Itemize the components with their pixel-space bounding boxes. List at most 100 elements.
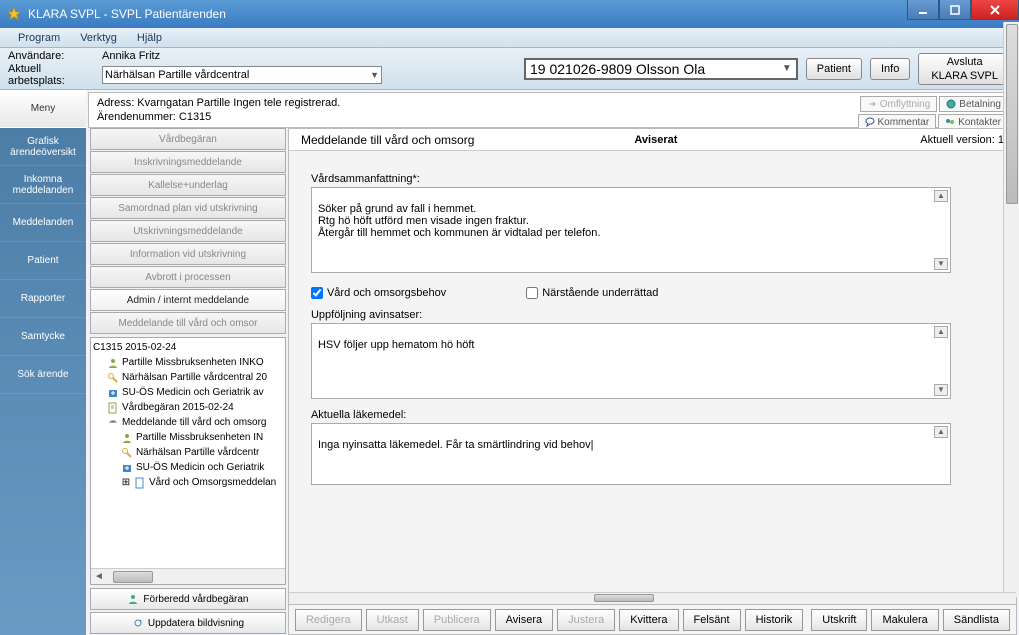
felsant-button[interactable]: Felsänt bbox=[683, 609, 741, 631]
scroll-left-icon[interactable]: ◄ bbox=[91, 571, 107, 582]
sidebar-item-samtycke[interactable]: Samtycke bbox=[0, 318, 86, 356]
tree-item[interactable]: Partille Missbruksenheten IN bbox=[93, 430, 283, 445]
window-minimize-button[interactable] bbox=[907, 0, 939, 20]
tree-item[interactable]: Meddelande till vård och omsorg bbox=[93, 415, 283, 430]
link-omflyttning[interactable]: Omflyttning bbox=[860, 96, 938, 112]
scroll-thumb[interactable] bbox=[594, 594, 654, 602]
followup-label: Uppföljning avinsatser: bbox=[311, 309, 994, 321]
care-need-checkbox[interactable]: Vård och omsorgsbehov bbox=[311, 287, 446, 299]
docnav-kallelse[interactable]: Kallelse+underlag bbox=[90, 174, 286, 196]
payment-icon bbox=[946, 99, 956, 109]
summary-label: Vårdsammanfattning*: bbox=[311, 173, 994, 185]
window-maximize-button[interactable] bbox=[939, 0, 971, 20]
tree-item[interactable]: Partille Missbruksenheten INKO bbox=[93, 355, 283, 370]
sidebar-item-meddelanden[interactable]: Meddelanden bbox=[0, 204, 86, 242]
action-bar: Redigera Utkast Publicera Avisera Juster… bbox=[289, 604, 1016, 634]
user-label: Användare: bbox=[8, 50, 98, 62]
case-tree[interactable]: C1315 2015-02-24 Partille Missbruksenhet… bbox=[90, 337, 286, 585]
medication-label: Aktuella läkemedel: bbox=[311, 409, 994, 421]
tree-item[interactable]: Närhälsan Partille vårdcentr bbox=[93, 445, 283, 460]
sidebar-item-patient[interactable]: Patient bbox=[0, 242, 86, 280]
relative-notified-checkbox[interactable]: Närstående underrättad bbox=[526, 287, 658, 299]
spinner-up-icon[interactable]: ▲ bbox=[934, 190, 948, 202]
docnav-information[interactable]: Information vid utskrivning bbox=[90, 243, 286, 265]
menu-program[interactable]: Program bbox=[8, 30, 70, 46]
menu-hjalp[interactable]: Hjälp bbox=[127, 30, 172, 46]
spinner-up-icon[interactable]: ▲ bbox=[934, 326, 948, 338]
spinner-down-icon[interactable]: ▼ bbox=[934, 258, 948, 270]
docnav-avbrott[interactable]: Avbrott i processen bbox=[90, 266, 286, 288]
tree-item[interactable]: SU-ÖS Medicin och Geriatrik av bbox=[93, 385, 283, 400]
docnav-utskrivning[interactable]: Utskrivningsmeddelande bbox=[90, 220, 286, 242]
link-betalning[interactable]: Betalning bbox=[939, 96, 1008, 112]
tree-item[interactable]: Närhälsan Partille vårdcentral 20 bbox=[93, 370, 283, 385]
spinner-up-icon[interactable]: ▲ bbox=[934, 426, 948, 438]
docnav-meddelande[interactable]: Meddelande till vård och omsor bbox=[90, 312, 286, 334]
link-icon bbox=[107, 417, 119, 429]
info-bar: Användare: Annika Fritz Aktuell arbetspl… bbox=[0, 48, 1019, 90]
user-value: Annika Fritz bbox=[102, 50, 160, 62]
dropdown-icon: ▼ bbox=[782, 63, 792, 74]
docnav-inskrivning[interactable]: Inskrivningsmeddelande bbox=[90, 151, 286, 173]
prepare-icon bbox=[127, 593, 139, 605]
move-icon bbox=[867, 99, 877, 109]
sandlista-button[interactable]: Sändlista bbox=[943, 609, 1010, 631]
kvittera-button[interactable]: Kvittera bbox=[619, 609, 678, 631]
info-button[interactable]: Info bbox=[870, 58, 910, 80]
redigera-button[interactable]: Redigera bbox=[295, 609, 362, 631]
docnav-admin[interactable]: Admin / internt meddelande bbox=[90, 289, 286, 311]
makulera-button[interactable]: Makulera bbox=[871, 609, 938, 631]
prepare-request-button[interactable]: Förberedd vårdbegäran bbox=[90, 588, 286, 610]
utkast-button[interactable]: Utkast bbox=[366, 609, 419, 631]
update-view-button[interactable]: Uppdatera bildvisning bbox=[90, 612, 286, 634]
tree-horizontal-scrollbar[interactable]: ◄ bbox=[91, 568, 285, 584]
form-title: Meddelande till vård och omsorg bbox=[301, 133, 474, 147]
exit-button[interactable]: Avsluta KLARA SVPL bbox=[918, 53, 1011, 85]
patient-button[interactable]: Patient bbox=[806, 58, 862, 80]
sidebar: Meny Grafisk ärendeöversikt Inkomna medd… bbox=[0, 90, 86, 635]
sidebar-item-rapporter[interactable]: Rapporter bbox=[0, 280, 86, 318]
sidebar-item-inkomna[interactable]: Inkomna meddelanden bbox=[0, 166, 86, 204]
docnav-vardbegaran[interactable]: Vårdbegäran bbox=[90, 128, 286, 150]
menu-verktyg[interactable]: Verktyg bbox=[70, 30, 127, 46]
historik-button[interactable]: Historik bbox=[745, 609, 804, 631]
spinner-down-icon[interactable]: ▼ bbox=[934, 384, 948, 396]
tree-item[interactable]: ⊞ Vård och Omsorgsmeddelan bbox=[93, 475, 283, 490]
tree-root[interactable]: C1315 2015-02-24 bbox=[93, 340, 283, 355]
key-icon bbox=[107, 372, 119, 384]
expand-icon[interactable]: ⊞ bbox=[121, 477, 131, 488]
tree-item[interactable]: Vårdbegäran 2015-02-24 bbox=[93, 400, 283, 415]
scroll-thumb[interactable] bbox=[113, 571, 153, 583]
docnav-samordnad[interactable]: Samordnad plan vid utskrivning bbox=[90, 197, 286, 219]
justera-button[interactable]: Justera bbox=[557, 609, 615, 631]
person-icon bbox=[107, 357, 119, 369]
publicera-button[interactable]: Publicera bbox=[423, 609, 491, 631]
summary-textarea[interactable]: Söker på grund av fall i hemmet. Rtg hö … bbox=[311, 187, 951, 273]
tree-item[interactable]: SU-ÖS Medicin och Geriatrik bbox=[93, 460, 283, 475]
main-form: Meddelande till vård och omsorg Aviserat… bbox=[288, 128, 1017, 635]
sidebar-item-meny[interactable]: Meny bbox=[0, 90, 86, 128]
person-icon bbox=[121, 432, 133, 444]
scroll-thumb[interactable] bbox=[1006, 128, 1018, 204]
care-need-input[interactable] bbox=[311, 287, 323, 299]
form-vertical-scrollbar[interactable] bbox=[1003, 128, 1017, 597]
document-icon bbox=[134, 477, 146, 489]
comment-icon bbox=[865, 117, 875, 127]
relative-notified-input[interactable] bbox=[526, 287, 538, 299]
followup-textarea[interactable]: HSV följer upp hematom hö höft ▲ ▼ bbox=[311, 323, 951, 399]
utskrift-button[interactable]: Utskrift bbox=[811, 609, 867, 631]
dropdown-icon: ▼ bbox=[370, 70, 379, 80]
patient-select[interactable]: 19 021026-9809 Olsson Ola ▼ bbox=[524, 58, 798, 80]
sidebar-item-sok[interactable]: Sök ärende bbox=[0, 356, 86, 394]
medication-textarea[interactable]: Inga nyinsatta läkemedel. Får ta smärtli… bbox=[311, 423, 951, 485]
form-version: Aktuell version: 1 bbox=[920, 134, 1004, 146]
refresh-icon bbox=[132, 617, 144, 629]
avisera-button[interactable]: Avisera bbox=[495, 609, 553, 631]
menu-bar: Program Verktyg Hjälp bbox=[0, 28, 1019, 48]
workplace-select[interactable]: Närhälsan Partille vårdcentral ▼ bbox=[102, 66, 382, 84]
window-close-button[interactable] bbox=[971, 0, 1019, 20]
key-icon bbox=[121, 447, 133, 459]
form-horizontal-scrollbar[interactable] bbox=[289, 592, 1016, 604]
sidebar-item-grafisk[interactable]: Grafisk ärendeöversikt bbox=[0, 128, 86, 166]
form-status: Aviserat bbox=[634, 134, 677, 146]
